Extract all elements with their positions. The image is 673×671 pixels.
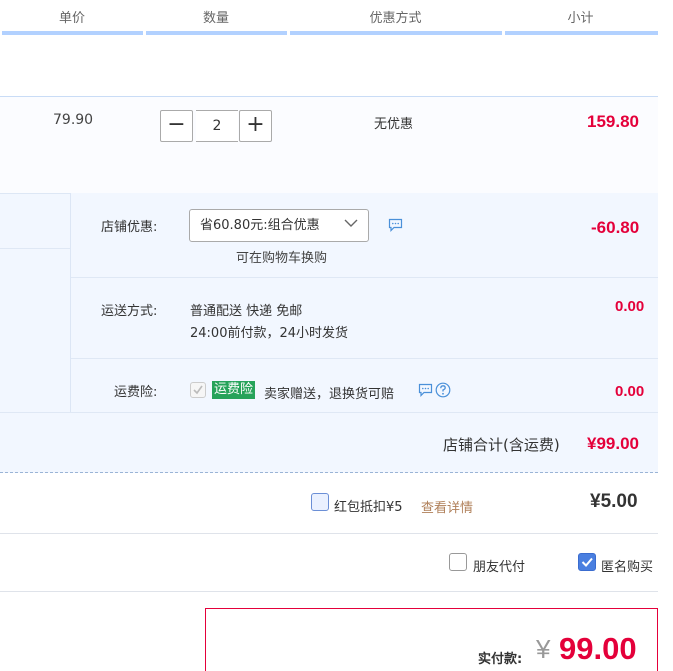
item-unit-price: 79.90 <box>53 112 94 128</box>
shipping-amount: 0.00 <box>615 298 645 315</box>
col-discount: 优惠方式 <box>369 11 422 26</box>
anonymous-checkbox[interactable] <box>578 553 596 571</box>
red-packet-label: 红包抵扣¥5 <box>334 500 403 515</box>
col-subtotal: 小计 <box>567 11 594 26</box>
divider <box>0 412 658 413</box>
quantity-increase-button[interactable]: + <box>239 110 272 142</box>
divider <box>0 248 70 249</box>
anonymous-label: 匿名购买 <box>601 560 654 575</box>
red-packet-amount: ¥5.00 <box>590 491 638 512</box>
header-underline <box>290 31 502 35</box>
item-row <box>0 96 658 193</box>
col-quantity: 数量 <box>202 11 229 26</box>
insurance-text: 卖家赠送，退换货可赔 <box>264 387 395 402</box>
help-icon[interactable] <box>435 382 451 398</box>
header-underline <box>146 31 287 35</box>
red-packet-details-link[interactable]: 查看详情 <box>421 497 473 516</box>
chevron-down-icon <box>344 219 358 227</box>
shop-discount-selected: 省60.80元:组合优惠 <box>200 218 320 233</box>
divider <box>71 277 658 278</box>
item-subtotal: 159.80 <box>587 112 639 131</box>
shop-discount-hint: 可在购物车换购 <box>236 251 328 266</box>
divider <box>71 358 658 359</box>
payment-label: 实付款: <box>478 652 523 667</box>
payment-currency: ¥ <box>536 634 551 664</box>
shop-discount-label: 店铺优惠: <box>101 220 158 235</box>
item-discount: 无优惠 <box>374 117 414 132</box>
shop-total-amount: ¥99.00 <box>587 434 639 453</box>
quantity-decrease-button[interactable]: − <box>160 110 193 142</box>
insurance-amount: 0.00 <box>615 383 645 400</box>
col-unit-price: 单价 <box>58 11 85 26</box>
message-icon[interactable] <box>418 383 433 397</box>
header-underline <box>505 31 658 35</box>
shipping-method: 普通配送 快递 免邮 <box>190 304 303 319</box>
divider <box>0 533 658 534</box>
red-packet-checkbox[interactable] <box>311 493 329 511</box>
shipping-time: 24:00前付款，24小时发货 <box>190 326 349 341</box>
shop-discount-select[interactable]: 省60.80元:组合优惠 <box>189 209 369 242</box>
shipping-label: 运送方式: <box>101 304 158 319</box>
payment-amount: 99.00 <box>559 631 637 666</box>
divider <box>0 591 658 592</box>
check-icon <box>581 557 593 567</box>
friend-pay-checkbox[interactable] <box>449 553 467 571</box>
insurance-badge: 运费险 <box>212 381 256 399</box>
shop-discount-amount: -60.80 <box>591 218 640 237</box>
shop-total-label: 店铺合计(含运费) <box>443 436 560 454</box>
insurance-label: 运费险: <box>114 385 158 400</box>
message-icon[interactable] <box>388 218 403 232</box>
insurance-checkbox[interactable] <box>190 382 206 398</box>
header-underline <box>2 31 143 35</box>
friend-pay-label: 朋友代付 <box>473 560 526 575</box>
quantity-input[interactable]: 2 <box>196 110 238 142</box>
check-icon <box>193 385 203 395</box>
